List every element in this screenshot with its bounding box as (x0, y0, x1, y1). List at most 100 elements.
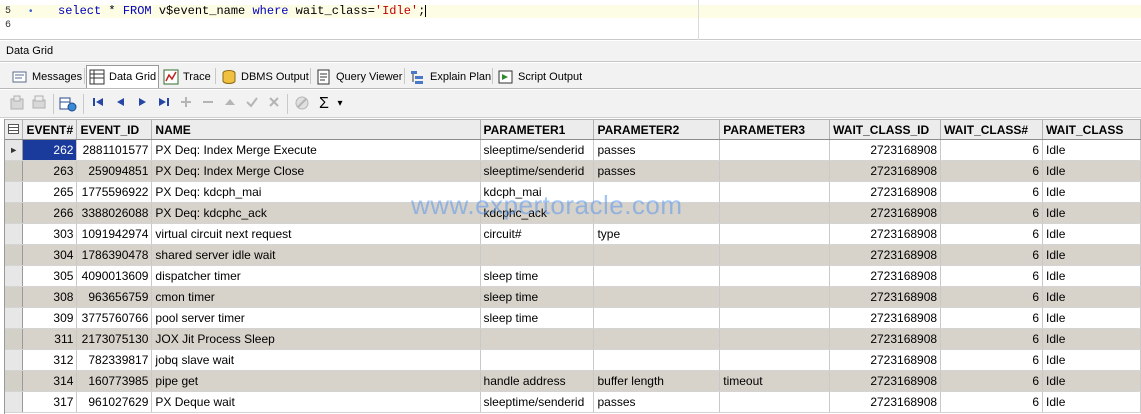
print-icon[interactable] (30, 95, 48, 113)
table-cell[interactable]: PX Deque wait (151, 391, 481, 413)
next-record-icon[interactable] (133, 95, 151, 113)
table-cell[interactable] (719, 307, 831, 329)
table-row[interactable]: 303 1091942974 virtual circuit next reques… (5, 223, 1141, 245)
tab-dbms-output[interactable]: DBMS Output (219, 65, 311, 88)
table-cell[interactable] (719, 349, 831, 371)
table-row[interactable]: 317 961027629 PX Deque wait sleeptime/sende… (5, 391, 1141, 413)
table-cell[interactable] (593, 328, 721, 350)
table-cell[interactable]: 2723168908 (829, 370, 942, 392)
table-cell[interactable]: 1786390478 (76, 244, 153, 266)
table-cell[interactable]: 1091942974 (76, 223, 153, 245)
table-cell[interactable]: sleep time (480, 286, 595, 308)
column-header-wait-class-id[interactable]: WAIT_CLASS_ID (829, 119, 942, 140)
table-row[interactable]: 304 1786390478 shared server idle wait 2723… (5, 244, 1141, 266)
table-cell[interactable]: Idle (1042, 370, 1141, 392)
tab-trace[interactable]: Trace (161, 65, 213, 88)
table-cell[interactable]: sleep time (480, 307, 595, 329)
table-cell[interactable] (593, 349, 721, 371)
row-indicator[interactable] (5, 223, 24, 245)
table-row[interactable]: 265 1775596922 PX Deq: kdcph_mai kdcph_mai 2… (5, 181, 1141, 203)
table-cell[interactable]: 259094851 (76, 160, 153, 182)
sql-editor[interactable]: 5 • select * FROM v$event_name where wai… (0, 0, 1141, 40)
table-cell[interactable]: Idle (1042, 244, 1141, 266)
table-cell[interactable]: PX Deq: Index Merge Close (151, 160, 481, 182)
table-cell[interactable]: type (593, 223, 721, 245)
table-cell[interactable] (719, 223, 831, 245)
column-header-event-id[interactable]: EVENT_ID (76, 119, 153, 140)
row-indicator[interactable] (5, 349, 24, 371)
row-indicator[interactable]: ► (5, 139, 24, 161)
table-cell[interactable]: 2723168908 (829, 202, 942, 224)
table-cell[interactable]: 6 (940, 202, 1044, 224)
table-cell[interactable]: timeout (719, 370, 831, 392)
table-cell[interactable] (480, 244, 595, 266)
chevron-down-icon[interactable]: ▾ (334, 95, 346, 113)
table-cell[interactable]: 311 (22, 328, 78, 350)
table-cell[interactable]: 6 (940, 349, 1044, 371)
table-cell[interactable] (593, 202, 721, 224)
table-cell[interactable] (593, 265, 721, 287)
sum-icon[interactable]: Σ (316, 95, 332, 113)
table-cell[interactable]: 3775760766 (76, 307, 153, 329)
table-row[interactable]: 309 3775760766 pool server timer sleep time… (5, 307, 1141, 329)
table-cell[interactable]: Idle (1042, 160, 1141, 182)
row-indicator[interactable] (5, 181, 24, 203)
table-cell[interactable]: sleeptime/senderid (480, 160, 595, 182)
table-cell[interactable]: PX Deq: Index Merge Execute (151, 139, 481, 161)
column-header-event[interactable]: EVENT# (22, 119, 78, 140)
table-row[interactable]: 305 4090013609 dispatcher timer sleep time 2… (5, 265, 1141, 287)
post-edit-icon[interactable] (243, 95, 261, 113)
table-cell[interactable] (719, 286, 831, 308)
table-cell[interactable]: 6 (940, 370, 1044, 392)
table-cell[interactable]: 3388026088 (76, 202, 153, 224)
table-cell[interactable]: virtual circuit next request (151, 223, 481, 245)
table-cell[interactable]: 2723168908 (829, 265, 942, 287)
table-row[interactable]: 266 3388026088 PX Deq: kdcphc_ack kdcphc_ac… (5, 202, 1141, 224)
table-cell[interactable]: 4090013609 (76, 265, 153, 287)
table-cell[interactable]: 6 (940, 181, 1044, 203)
row-indicator[interactable] (5, 202, 24, 224)
table-cell[interactable]: pool server timer (151, 307, 481, 329)
table-cell[interactable]: 263 (22, 160, 78, 182)
table-cell[interactable]: sleeptime/senderid (480, 139, 595, 161)
table-cell[interactable]: 2723168908 (829, 286, 942, 308)
table-cell[interactable]: circuit# (480, 223, 595, 245)
row-indicator-header[interactable] (5, 119, 24, 140)
column-header-name[interactable]: NAME (151, 119, 481, 140)
row-indicator[interactable] (5, 328, 24, 350)
table-cell[interactable]: Idle (1042, 391, 1141, 413)
table-cell[interactable]: Idle (1042, 223, 1141, 245)
table-cell[interactable]: Idle (1042, 181, 1141, 203)
table-cell[interactable] (719, 391, 831, 413)
table-cell[interactable]: 314 (22, 370, 78, 392)
table-row[interactable]: ► 262 2881101577 PX Deq: Index Merge Execut… (5, 139, 1141, 161)
table-cell[interactable]: 6 (940, 244, 1044, 266)
row-indicator[interactable] (5, 160, 24, 182)
row-indicator[interactable] (5, 391, 24, 413)
table-cell[interactable] (480, 328, 595, 350)
table-cell[interactable]: 963656759 (76, 286, 153, 308)
table-cell[interactable]: 2723168908 (829, 328, 942, 350)
table-cell[interactable] (719, 160, 831, 182)
table-cell[interactable] (593, 244, 721, 266)
table-cell[interactable] (719, 265, 831, 287)
table-cell[interactable]: dispatcher timer (151, 265, 481, 287)
table-cell[interactable]: 6 (940, 160, 1044, 182)
table-cell[interactable]: buffer length (593, 370, 721, 392)
table-cell[interactable]: passes (593, 391, 721, 413)
column-header-parameter2[interactable]: PARAMETER2 (593, 119, 721, 140)
table-cell[interactable]: sleep time (480, 265, 595, 287)
table-cell[interactable] (480, 349, 595, 371)
table-cell[interactable]: 6 (940, 328, 1044, 350)
table-cell[interactable]: 6 (940, 139, 1044, 161)
table-cell[interactable]: 782339817 (76, 349, 153, 371)
table-cell[interactable]: 2723168908 (829, 244, 942, 266)
table-cell[interactable]: 6 (940, 265, 1044, 287)
table-cell[interactable]: Idle (1042, 349, 1141, 371)
table-cell[interactable]: 1775596922 (76, 181, 153, 203)
table-cell[interactable]: 961027629 (76, 391, 153, 413)
table-row[interactable]: 263 259094851 PX Deq: Index Merge Close sle… (5, 160, 1141, 182)
table-row[interactable]: 308 963656759 cmon timer sleep time 27231689… (5, 286, 1141, 308)
tab-messages[interactable]: Messages (10, 65, 84, 88)
table-cell[interactable]: 6 (940, 286, 1044, 308)
